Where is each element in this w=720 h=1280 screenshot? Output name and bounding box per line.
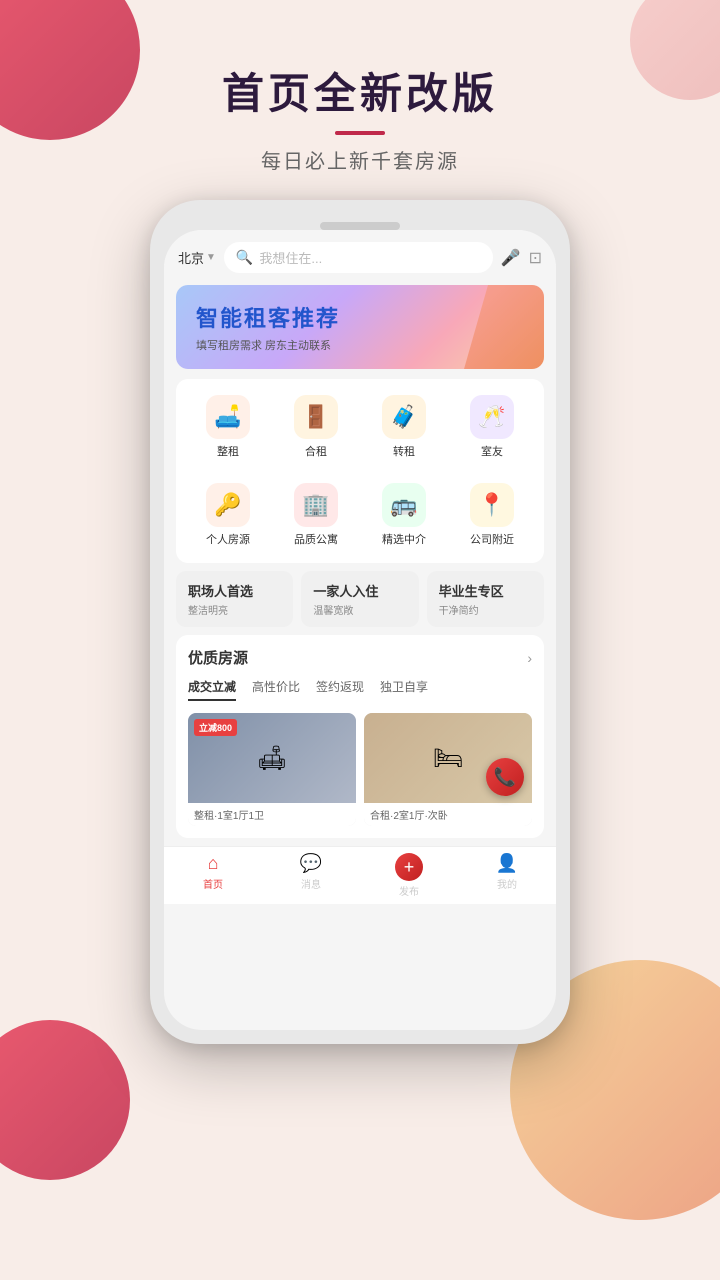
- nearby-label: 公司附近: [470, 531, 514, 547]
- apartment-icon: 🏢: [294, 483, 338, 527]
- category-item-agent[interactable]: 🚌 精选中介: [364, 475, 444, 555]
- listing-desc-1: 整租·1室1厅1卫: [188, 803, 356, 826]
- nearby-icon: 📍: [470, 483, 514, 527]
- feature-workplace-subtitle: 整洁明亮: [188, 602, 281, 617]
- nav-home[interactable]: ⌂ 首页: [164, 853, 262, 898]
- phone-frame: 北京 ▼ 🔍 我想住在... 🎤 ⊡ 智能租客推荐: [150, 200, 570, 1044]
- quality-title: 优质房源: [188, 647, 248, 668]
- home-label: 首页: [203, 876, 223, 891]
- scan-icon[interactable]: ⊡: [529, 248, 542, 268]
- feature-workplace[interactable]: 职场人首选 整洁明亮: [176, 571, 293, 627]
- phone-mockup: 北京 ▼ 🔍 我想住在... 🎤 ⊡ 智能租客推荐: [150, 200, 570, 1044]
- quality-tabs: 成交立减 高性价比 签约返现 独卫自享: [188, 678, 532, 701]
- publish-icon: +: [395, 853, 423, 881]
- search-placeholder: 我想住在...: [259, 248, 322, 267]
- app-content: 北京 ▼ 🔍 我想住在... 🎤 ⊡ 智能租客推荐: [164, 230, 556, 1030]
- feature-family-subtitle: 温馨宽敞: [313, 602, 406, 617]
- category-icon-grid: 🛋️ 整租 🚪 合租 🧳 转租 🥂 室友: [176, 379, 544, 563]
- bg-decor-bottom-left: [0, 1020, 130, 1180]
- zhuanzu-icon: 🧳: [382, 395, 426, 439]
- feature-family[interactable]: 一家人入住 温馨宽敞: [301, 571, 418, 627]
- mine-label: 我的: [497, 876, 517, 891]
- message-icon: 💬: [300, 853, 322, 874]
- nav-publish[interactable]: + 发布: [360, 853, 458, 898]
- quality-section: 优质房源 › 成交立减 高性价比 签约返现 独卫自享 🛋 立减800 整租·1室: [176, 635, 544, 838]
- listing-card-1[interactable]: 🛋 立减800 整租·1室1厅1卫: [188, 713, 356, 826]
- category-item-zhengzu[interactable]: 🛋️ 整租: [188, 387, 268, 467]
- subtitle: 每日必上新千套房源: [0, 145, 720, 174]
- city-name: 北京: [178, 248, 204, 267]
- category-item-apartment[interactable]: 🏢 品质公寓: [276, 475, 356, 555]
- shiyou-icon: 🥂: [470, 395, 514, 439]
- quality-header: 优质房源 ›: [188, 647, 532, 668]
- mic-icon[interactable]: 🎤: [501, 248, 521, 268]
- search-input-box[interactable]: 🔍 我想住在...: [224, 242, 493, 273]
- phone-screen: 北京 ▼ 🔍 我想住在... 🎤 ⊡ 智能租客推荐: [164, 230, 556, 1030]
- feature-graduate-title: 毕业生专区: [439, 581, 532, 600]
- nav-message[interactable]: 💬 消息: [262, 853, 360, 898]
- zhengzu-icon: 🛋️: [206, 395, 250, 439]
- personal-label: 个人房源: [206, 531, 250, 547]
- category-item-personal[interactable]: 🔑 个人房源: [188, 475, 268, 555]
- bottom-nav: ⌂ 首页 💬 消息 + 发布 👤 我的: [164, 846, 556, 904]
- feature-family-title: 一家人入住: [313, 581, 406, 600]
- phone-notch: [320, 222, 400, 230]
- quality-arrow-icon[interactable]: ›: [527, 650, 532, 666]
- feature-workplace-title: 职场人首选: [188, 581, 281, 600]
- agent-label: 精选中介: [382, 531, 426, 547]
- listing-cards: 🛋 立减800 整租·1室1厅1卫 🛏 合租·2室1厅·次卧 📞: [188, 713, 532, 826]
- hezu-label: 合租: [305, 443, 327, 459]
- city-selector[interactable]: 北京 ▼: [178, 248, 216, 267]
- message-label: 消息: [301, 876, 321, 891]
- agent-icon: 🚌: [382, 483, 426, 527]
- feature-graduate-subtitle: 干净简约: [439, 602, 532, 617]
- personal-icon: 🔑: [206, 483, 250, 527]
- title-underline: [335, 131, 385, 135]
- tab-gaoxing[interactable]: 高性价比: [252, 678, 300, 701]
- feature-banners: 职场人首选 整洁明亮 一家人入住 温馨宽敞 毕业生专区 干净简约: [176, 571, 544, 627]
- apartment-label: 品质公寓: [294, 531, 338, 547]
- tab-chengjiao[interactable]: 成交立减: [188, 678, 236, 701]
- smart-banner[interactable]: 智能租客推荐 填写租房需求 房东主动联系: [176, 285, 544, 369]
- category-item-shiyo[interactable]: 🥂 室友: [452, 387, 532, 467]
- category-item-hezu[interactable]: 🚪 合租: [276, 387, 356, 467]
- banner-title: 智能租客推荐: [196, 301, 524, 333]
- zhengzu-label: 整租: [217, 443, 239, 459]
- tab-duwei[interactable]: 独卫自享: [380, 678, 428, 701]
- category-item-zhuanzu[interactable]: 🧳 转租: [364, 387, 444, 467]
- main-title: 首页全新改版: [0, 60, 720, 121]
- listing-desc-2: 合租·2室1厅·次卧: [364, 803, 532, 826]
- search-bar: 北京 ▼ 🔍 我想住在... 🎤 ⊡: [164, 230, 556, 285]
- city-arrow-icon: ▼: [206, 252, 216, 263]
- search-actions: 🎤 ⊡: [501, 248, 542, 268]
- header-section: 首页全新改版 每日必上新千套房源: [0, 0, 720, 174]
- nav-mine[interactable]: 👤 我的: [458, 853, 556, 898]
- call-button[interactable]: 📞: [486, 758, 524, 796]
- banner-decoration: [464, 285, 544, 369]
- listing-badge-1: 立减800: [194, 719, 237, 736]
- shiyou-label: 室友: [481, 443, 503, 459]
- search-icon: 🔍: [236, 249, 253, 266]
- feature-graduate[interactable]: 毕业生专区 干净简约: [427, 571, 544, 627]
- profile-icon: 👤: [496, 853, 518, 874]
- hezu-icon: 🚪: [294, 395, 338, 439]
- tab-qianyue[interactable]: 签约返现: [316, 678, 364, 701]
- category-item-nearby[interactable]: 📍 公司附近: [452, 475, 532, 555]
- home-icon: ⌂: [208, 853, 219, 874]
- zhuanzu-label: 转租: [393, 443, 415, 459]
- publish-label: 发布: [399, 883, 419, 898]
